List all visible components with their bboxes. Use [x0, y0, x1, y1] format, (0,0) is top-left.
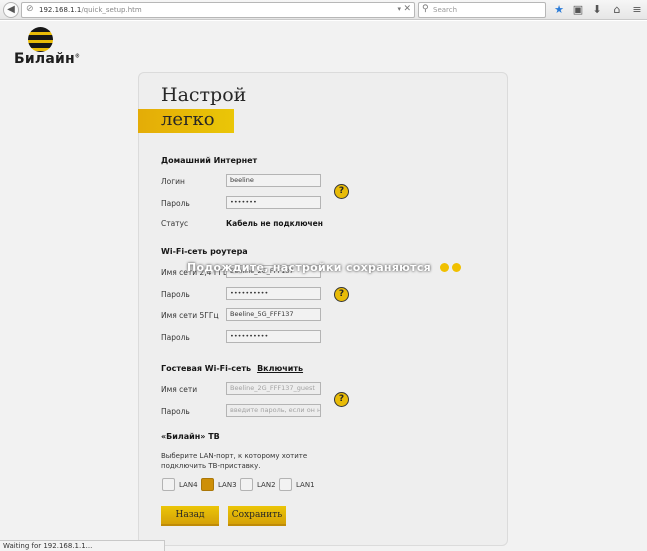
- reading-list-icon[interactable]: ▣: [570, 2, 586, 18]
- chevron-down-icon[interactable]: ▾: [397, 5, 401, 13]
- browser-toolbar: ◀ ⊘ 192.168.1.1/quick_setup.htm ▾ ✕ ⚲ Se…: [0, 0, 647, 20]
- address-text: 192.168.1.1/quick_setup.htm: [39, 6, 142, 14]
- bookmark-star-icon[interactable]: ★: [551, 2, 567, 18]
- saving-message: Подождите, настройки сохраняются: [187, 261, 432, 274]
- search-icon: ⚲: [422, 4, 429, 14]
- saving-overlay: [0, 21, 647, 551]
- close-icon[interactable]: ✕: [403, 4, 411, 14]
- download-icon[interactable]: ⬇: [589, 2, 605, 18]
- menu-icon[interactable]: ≡: [629, 2, 645, 18]
- home-icon[interactable]: ⌂: [609, 2, 625, 18]
- search-bar[interactable]: ⚲ Search: [418, 2, 546, 18]
- search-placeholder: Search: [433, 6, 458, 14]
- back-icon[interactable]: ◀: [3, 2, 19, 18]
- address-bar[interactable]: ⊘ 192.168.1.1/quick_setup.htm ▾ ✕: [21, 2, 415, 18]
- site-identity-icon[interactable]: ⊘: [26, 4, 34, 14]
- loading-dot: [440, 263, 449, 272]
- loading-dot: [452, 263, 461, 272]
- browser-status-bar: Waiting for 192.168.1.1...: [0, 540, 165, 551]
